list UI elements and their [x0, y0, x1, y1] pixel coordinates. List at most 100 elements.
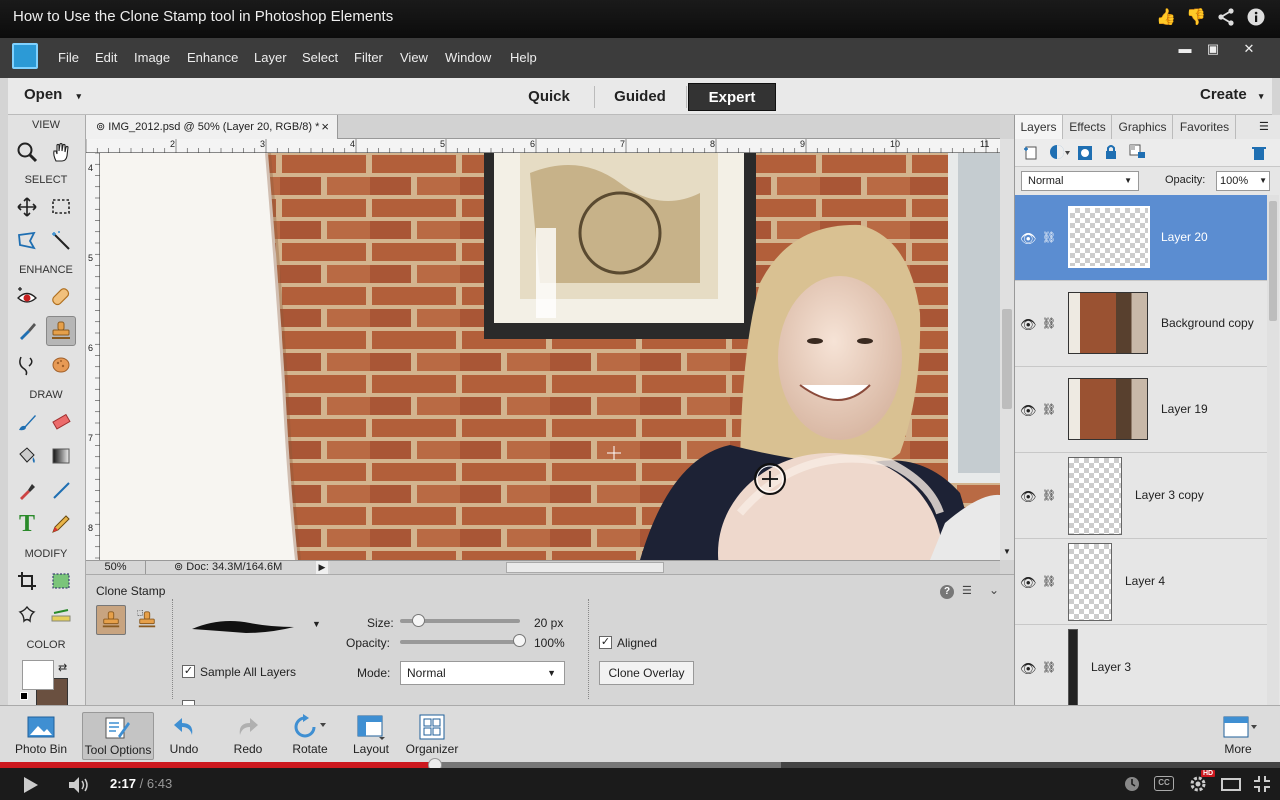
menu-image[interactable]: Image — [134, 50, 170, 65]
scroll-down-icon[interactable]: ▼ — [1003, 547, 1011, 556]
menu-filter[interactable]: Filter — [354, 50, 383, 65]
photo-bin-button[interactable]: Photo Bin — [9, 712, 73, 760]
sample-all-layers-checkbox[interactable]: ✓ — [182, 665, 195, 678]
open-button[interactable]: Open ▾ — [24, 86, 81, 103]
smart-brush-icon[interactable] — [12, 316, 42, 346]
link-icon[interactable]: ⛓ — [1042, 317, 1056, 330]
straighten-tool-icon[interactable] — [46, 600, 76, 630]
like-icon[interactable]: 👍 — [1156, 8, 1176, 28]
layer-mask-icon[interactable] — [1077, 145, 1093, 164]
rotate-button[interactable]: Rotate — [278, 712, 342, 760]
redo-button[interactable]: Redo — [216, 712, 280, 760]
organizer-button[interactable]: Organizer — [400, 712, 464, 760]
sponge-tool-icon[interactable] — [46, 350, 76, 380]
tab-favorites[interactable]: Favorites — [1174, 115, 1236, 139]
eye-icon[interactable]: 👁 — [1020, 575, 1037, 591]
opacity-slider-knob[interactable] — [513, 634, 526, 647]
volume-icon[interactable] — [68, 776, 92, 797]
pattern-stamp-mode-icon[interactable] — [132, 605, 162, 635]
link-icon[interactable]: ⛓ — [1042, 489, 1056, 502]
link-icon[interactable]: ⛓ — [1042, 403, 1056, 416]
image-canvas[interactable] — [100, 153, 1000, 560]
close-window-button[interactable]: ✕ — [1234, 41, 1264, 57]
menu-layer[interactable]: Layer — [254, 50, 287, 65]
status-menu-icon[interactable]: ▶ — [316, 561, 328, 574]
marquee-tool-icon[interactable] — [46, 192, 76, 222]
menu-window[interactable]: Window — [445, 50, 491, 65]
watch-later-icon[interactable] — [1124, 776, 1140, 795]
swap-colors-icon[interactable]: ⇄ — [58, 661, 67, 674]
tab-expert[interactable]: Expert — [688, 83, 776, 111]
tab-effects[interactable]: Effects — [1064, 115, 1112, 139]
sample-all-layers-label[interactable]: Sample All Layers — [200, 665, 296, 679]
tool-options-button[interactable]: Tool Options — [82, 712, 154, 760]
document-tab[interactable]: ⊚ IMG_2012.psd @ 50% (Layer 20, RGB/8) *… — [86, 115, 338, 139]
info-icon[interactable] — [1246, 8, 1266, 28]
dislike-icon[interactable]: 👎 — [1186, 8, 1206, 28]
play-icon[interactable] — [22, 776, 40, 797]
tab-guided[interactable]: Guided — [602, 83, 678, 111]
clone-stamp-tool-icon[interactable] — [46, 316, 76, 346]
line-tool-icon[interactable] — [46, 475, 76, 505]
undo-button[interactable]: Undo — [152, 712, 216, 760]
brush-tool-icon[interactable] — [12, 407, 42, 437]
crop-tool-icon[interactable] — [12, 566, 42, 596]
brush-preview[interactable] — [190, 613, 300, 642]
layer-row[interactable]: 👁 ⛓ Background copy — [1015, 281, 1267, 367]
aligned-label[interactable]: Aligned — [617, 636, 657, 650]
eye-icon[interactable]: 👁 — [1020, 317, 1037, 333]
blend-mode-select[interactable]: Normal ▼ — [1021, 171, 1139, 191]
scroll-thumb[interactable] — [1002, 309, 1012, 409]
tab-quick[interactable]: Quick — [514, 83, 584, 111]
opacity-slider[interactable] — [400, 640, 520, 644]
menu-enhance[interactable]: Enhance — [187, 50, 238, 65]
default-colors-icon[interactable] — [20, 692, 28, 700]
size-value[interactable]: 20 px — [534, 616, 563, 630]
lasso-tool-icon[interactable] — [12, 226, 42, 256]
hand-tool-icon[interactable] — [46, 137, 76, 167]
size-slider-knob[interactable] — [412, 614, 425, 627]
menu-view[interactable]: View — [400, 50, 428, 65]
scroll-thumb[interactable] — [506, 562, 664, 573]
help-icon[interactable]: ? — [940, 585, 954, 599]
menu-edit[interactable]: Edit — [95, 50, 117, 65]
canvas-horizontal-scrollbar[interactable] — [330, 561, 1000, 574]
minimize-button[interactable]: ▬ — [1170, 41, 1200, 57]
recompose-tool-icon[interactable] — [46, 566, 76, 596]
magic-wand-tool-icon[interactable] — [46, 226, 76, 256]
layer-row[interactable]: 👁 ⛓ Layer 3 — [1015, 625, 1267, 705]
theater-mode-icon[interactable] — [1221, 778, 1241, 791]
mode-select[interactable]: Normal ▼ — [400, 661, 565, 685]
link-icon[interactable]: ⛓ — [1042, 231, 1056, 244]
close-tab-icon[interactable]: × — [321, 115, 329, 139]
layer-opacity-input[interactable]: 100% ▼ — [1216, 171, 1270, 191]
red-eye-tool-icon[interactable] — [12, 282, 42, 312]
menu-file[interactable]: File — [58, 50, 79, 65]
layer-row[interactable]: 👁 ⛓ Layer 4 — [1015, 539, 1267, 625]
canvas-vertical-scrollbar[interactable]: ▼ — [1000, 139, 1014, 560]
eye-icon[interactable]: 👁 — [1020, 661, 1037, 677]
options-menu-icon[interactable]: ☰ — [962, 584, 972, 597]
gradient-tool-icon[interactable] — [46, 441, 76, 471]
layer-row[interactable]: 👁 ⛓ Layer 3 copy — [1015, 453, 1267, 539]
captions-icon[interactable]: CC — [1154, 776, 1174, 791]
clone-overlay-button[interactable]: Clone Overlay — [599, 661, 694, 685]
eyedropper-tool-icon[interactable] — [12, 475, 42, 505]
trash-icon[interactable] — [1251, 145, 1267, 164]
zoom-tool-icon[interactable] — [12, 137, 42, 167]
panel-menu-icon[interactable]: ☰ — [1259, 120, 1269, 133]
foreground-color-swatch[interactable] — [22, 660, 54, 690]
eye-icon[interactable]: 👁 — [1020, 403, 1037, 419]
menu-help[interactable]: Help — [510, 50, 537, 65]
eye-icon[interactable]: 👁 — [1020, 489, 1037, 505]
fullscreen-exit-icon[interactable] — [1253, 775, 1271, 796]
pencil-tool-icon[interactable] — [46, 509, 76, 539]
tab-graphics[interactable]: Graphics — [1113, 115, 1173, 139]
layout-button[interactable]: Layout — [339, 712, 403, 760]
blur-tool-icon[interactable] — [12, 350, 42, 380]
layers-scrollbar[interactable] — [1267, 195, 1279, 705]
layer-row[interactable]: 👁 ⛓ Layer 20 — [1015, 195, 1267, 281]
type-tool-icon[interactable]: T — [12, 509, 42, 539]
share-icon[interactable] — [1216, 8, 1236, 28]
opacity-value[interactable]: 100% — [534, 636, 565, 650]
